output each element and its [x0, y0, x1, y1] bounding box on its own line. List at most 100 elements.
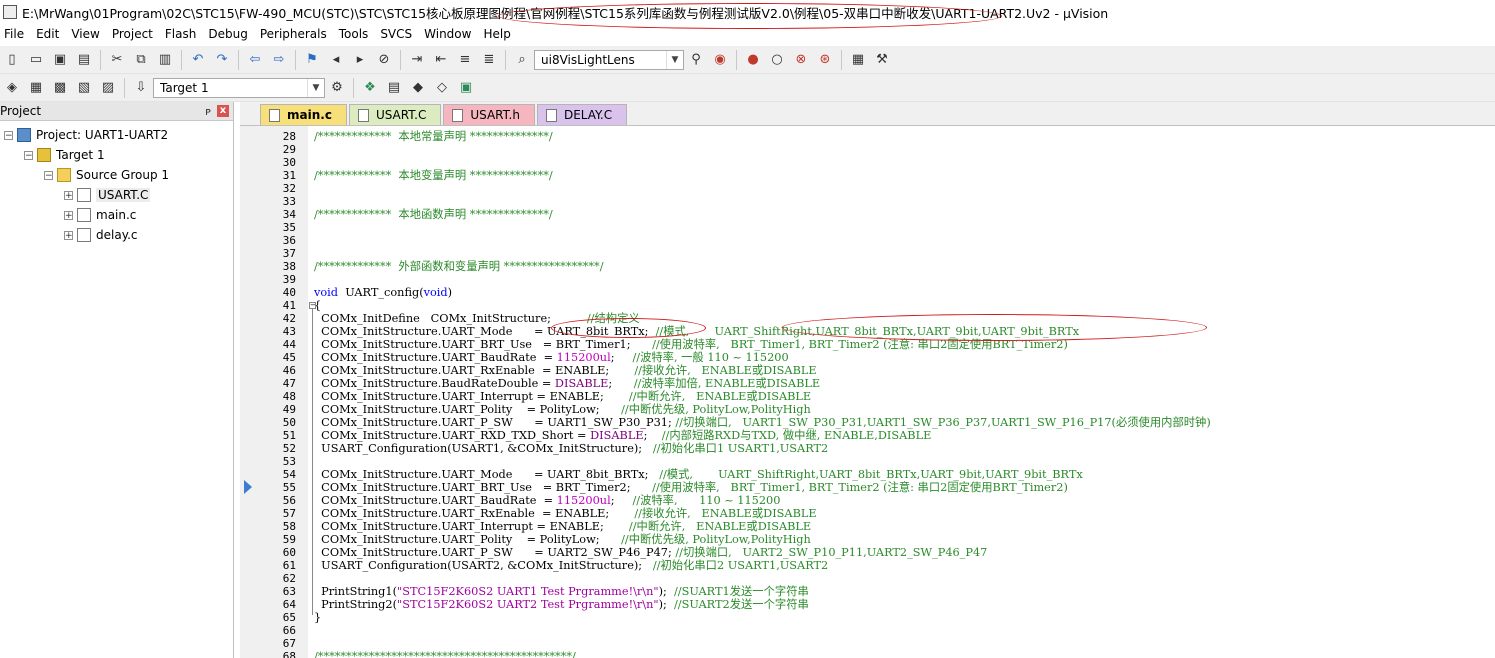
configure-icon[interactable]: ⚒ [872, 50, 892, 70]
redo-icon[interactable]: ↷ [212, 50, 232, 70]
download-icon[interactable]: ⇩ [131, 78, 151, 98]
breakpoint-kill-all-icon[interactable]: ⊛ [815, 50, 835, 70]
bookmark-prev-icon[interactable]: ◂ [326, 50, 346, 70]
file-extensions-icon[interactable]: ▤ [384, 78, 404, 98]
code-line: 61 USART_Configuration(USART2, &COMx_Ini… [240, 559, 1495, 572]
project-panel-header: Project ᴘ x [0, 102, 233, 121]
menu-debug[interactable]: Debug [208, 27, 255, 41]
tree-item-project-uart1-uart2[interactable]: − Project: UART1-UART2 [4, 125, 168, 145]
menu-edit[interactable]: Edit [36, 27, 67, 41]
toolbar-separator [505, 49, 506, 70]
code-token: //接收允许, ENABLE或DISABLE [634, 364, 817, 377]
menu-flash[interactable]: Flash [165, 27, 204, 41]
expand-icon[interactable]: + [64, 230, 73, 240]
code-text: COMx_InitStructure.UART_BRT_Use = BRT_Ti… [314, 338, 1068, 351]
expand-icon[interactable]: + [64, 190, 73, 200]
code-token: //中断优先级, PolityLow,PolityHigh [621, 403, 811, 416]
tree-item-main-c[interactable]: + main.c [64, 205, 136, 225]
target-combo-value: Target 1 [160, 80, 209, 95]
code-line: 42 COMx_InitDefine COMx_InitStructure; /… [240, 312, 1495, 325]
code-token: "STC15F2K60S2 UART1 Test Prgramme!\r\n" [397, 585, 659, 598]
tree-item-label: main.c [96, 208, 137, 222]
tab-main-c[interactable]: main.c [260, 104, 347, 125]
stop-build-icon[interactable]: ▨ [98, 78, 118, 98]
breakpoint-disable-icon[interactable]: ○ [767, 50, 787, 70]
find-combo[interactable]: ui8VisLightLens ▼ [534, 49, 684, 70]
menu-svcs[interactable]: SVCS [380, 27, 420, 41]
open-folder-icon[interactable]: ▭ [26, 50, 46, 70]
code-token: //切换端口, UART2_SW_P10_P11,UART2_SW_P46_P4… [675, 546, 988, 559]
nav-back-icon[interactable]: ⇦ [245, 50, 265, 70]
chevron-down-icon[interactable]: ▼ [666, 50, 683, 69]
menu-file[interactable]: File [4, 27, 32, 41]
code-token: COMx_InitStructure.UART_Interrupt = ENAB… [314, 520, 629, 533]
pin-icon[interactable]: ᴘ [205, 105, 211, 118]
select-packs-icon[interactable]: ◆ [408, 78, 428, 98]
menu-project[interactable]: Project [112, 27, 161, 41]
comment-icon[interactable]: ≡ [455, 50, 475, 70]
incremental-find-icon[interactable]: ⚲ [686, 50, 706, 70]
chevron-down-icon[interactable]: ▼ [307, 78, 324, 97]
save-icon[interactable]: ▣ [50, 50, 70, 70]
menu-tools[interactable]: Tools [339, 27, 377, 41]
expand-icon[interactable]: + [64, 210, 73, 220]
bookmark-next-icon[interactable]: ▸ [350, 50, 370, 70]
current-line-arrow-icon [244, 480, 252, 494]
new-file-icon[interactable]: ▯ [2, 50, 22, 70]
project-icon [17, 128, 31, 142]
manage-components-icon[interactable]: ❖ [360, 78, 380, 98]
save-all-icon[interactable]: ▤ [74, 50, 94, 70]
breakpoint-insert-icon[interactable]: ● [743, 50, 763, 70]
manage-runtime-icon[interactable]: ◇ [432, 78, 452, 98]
undo-icon[interactable]: ↶ [188, 50, 208, 70]
code-token: COMx_InitStructure.UART_Interrupt = ENAB… [314, 390, 629, 403]
code-token: /***************************************… [314, 650, 576, 658]
paste-icon[interactable]: ▥ [155, 50, 175, 70]
close-icon[interactable]: x [217, 105, 229, 117]
window-layout-icon[interactable]: ▦ [848, 50, 868, 70]
file-icon [77, 228, 91, 242]
menu-view[interactable]: View [71, 27, 107, 41]
code-line: 52 USART_Configuration(USART1, &COMx_Ini… [240, 442, 1495, 455]
target-combo[interactable]: Target 1 ▼ [153, 77, 325, 98]
bookmark-clear-icon[interactable]: ⊘ [374, 50, 394, 70]
line-number: 63 [282, 585, 296, 598]
indent-icon[interactable]: ⇥ [407, 50, 427, 70]
find-in-files-icon[interactable]: ⌕ [512, 50, 532, 70]
file-icon [545, 109, 557, 122]
build-icon[interactable]: ▦ [26, 78, 46, 98]
code-token: ; [610, 351, 633, 364]
collapse-icon[interactable]: − [44, 170, 53, 180]
menu-peripherals[interactable]: Peripherals [260, 27, 335, 41]
collapse-icon[interactable]: − [24, 150, 33, 160]
outdent-icon[interactable]: ⇤ [431, 50, 451, 70]
code-editor[interactable]: 28/************* 本地常量声明 **************/2… [240, 125, 1495, 658]
uncomment-icon[interactable]: ≣ [479, 50, 499, 70]
batch-build-icon[interactable]: ▧ [74, 78, 94, 98]
tree-item-delay-c[interactable]: + delay.c [64, 225, 138, 245]
code-text: COMx_InitStructure.UART_Interrupt = ENAB… [314, 520, 811, 533]
debug-session-icon[interactable]: ◉ [710, 50, 730, 70]
fold-collapse-icon[interactable]: − [309, 302, 316, 309]
target-options-icon[interactable]: ⚙ [327, 78, 347, 98]
tab-usart-c[interactable]: USART.C [348, 104, 442, 125]
cut-icon[interactable]: ✂ [107, 50, 127, 70]
collapse-icon[interactable]: − [4, 130, 13, 140]
line-number: 34 [282, 208, 296, 221]
pack-installer-icon[interactable]: ▣ [456, 78, 476, 98]
tree-item-target-1[interactable]: − Target 1 [24, 145, 105, 165]
code-text: /************* 外部函数和变量声明 ***************… [314, 260, 604, 273]
breakpoint-kill-icon[interactable]: ⊗ [791, 50, 811, 70]
menu-window[interactable]: Window [424, 27, 479, 41]
translate-icon[interactable]: ◈ [2, 78, 22, 98]
tree-item-source-group-1[interactable]: − Source Group 1 [44, 165, 169, 185]
rebuild-icon[interactable]: ▩ [50, 78, 70, 98]
bookmark-icon[interactable]: ⚑ [302, 50, 322, 70]
tab-usart-h[interactable]: USART.h [443, 104, 535, 125]
code-token: COMx_InitStructure.UART_RXD_TXD_Short = [314, 429, 591, 442]
copy-icon[interactable]: ⧉ [131, 50, 151, 70]
nav-forward-icon[interactable]: ⇨ [269, 50, 289, 70]
tree-item-usart-c[interactable]: + USART.C [64, 185, 151, 205]
tab-delay-c[interactable]: DELAY.C [536, 104, 628, 125]
menu-help[interactable]: Help [483, 27, 518, 41]
